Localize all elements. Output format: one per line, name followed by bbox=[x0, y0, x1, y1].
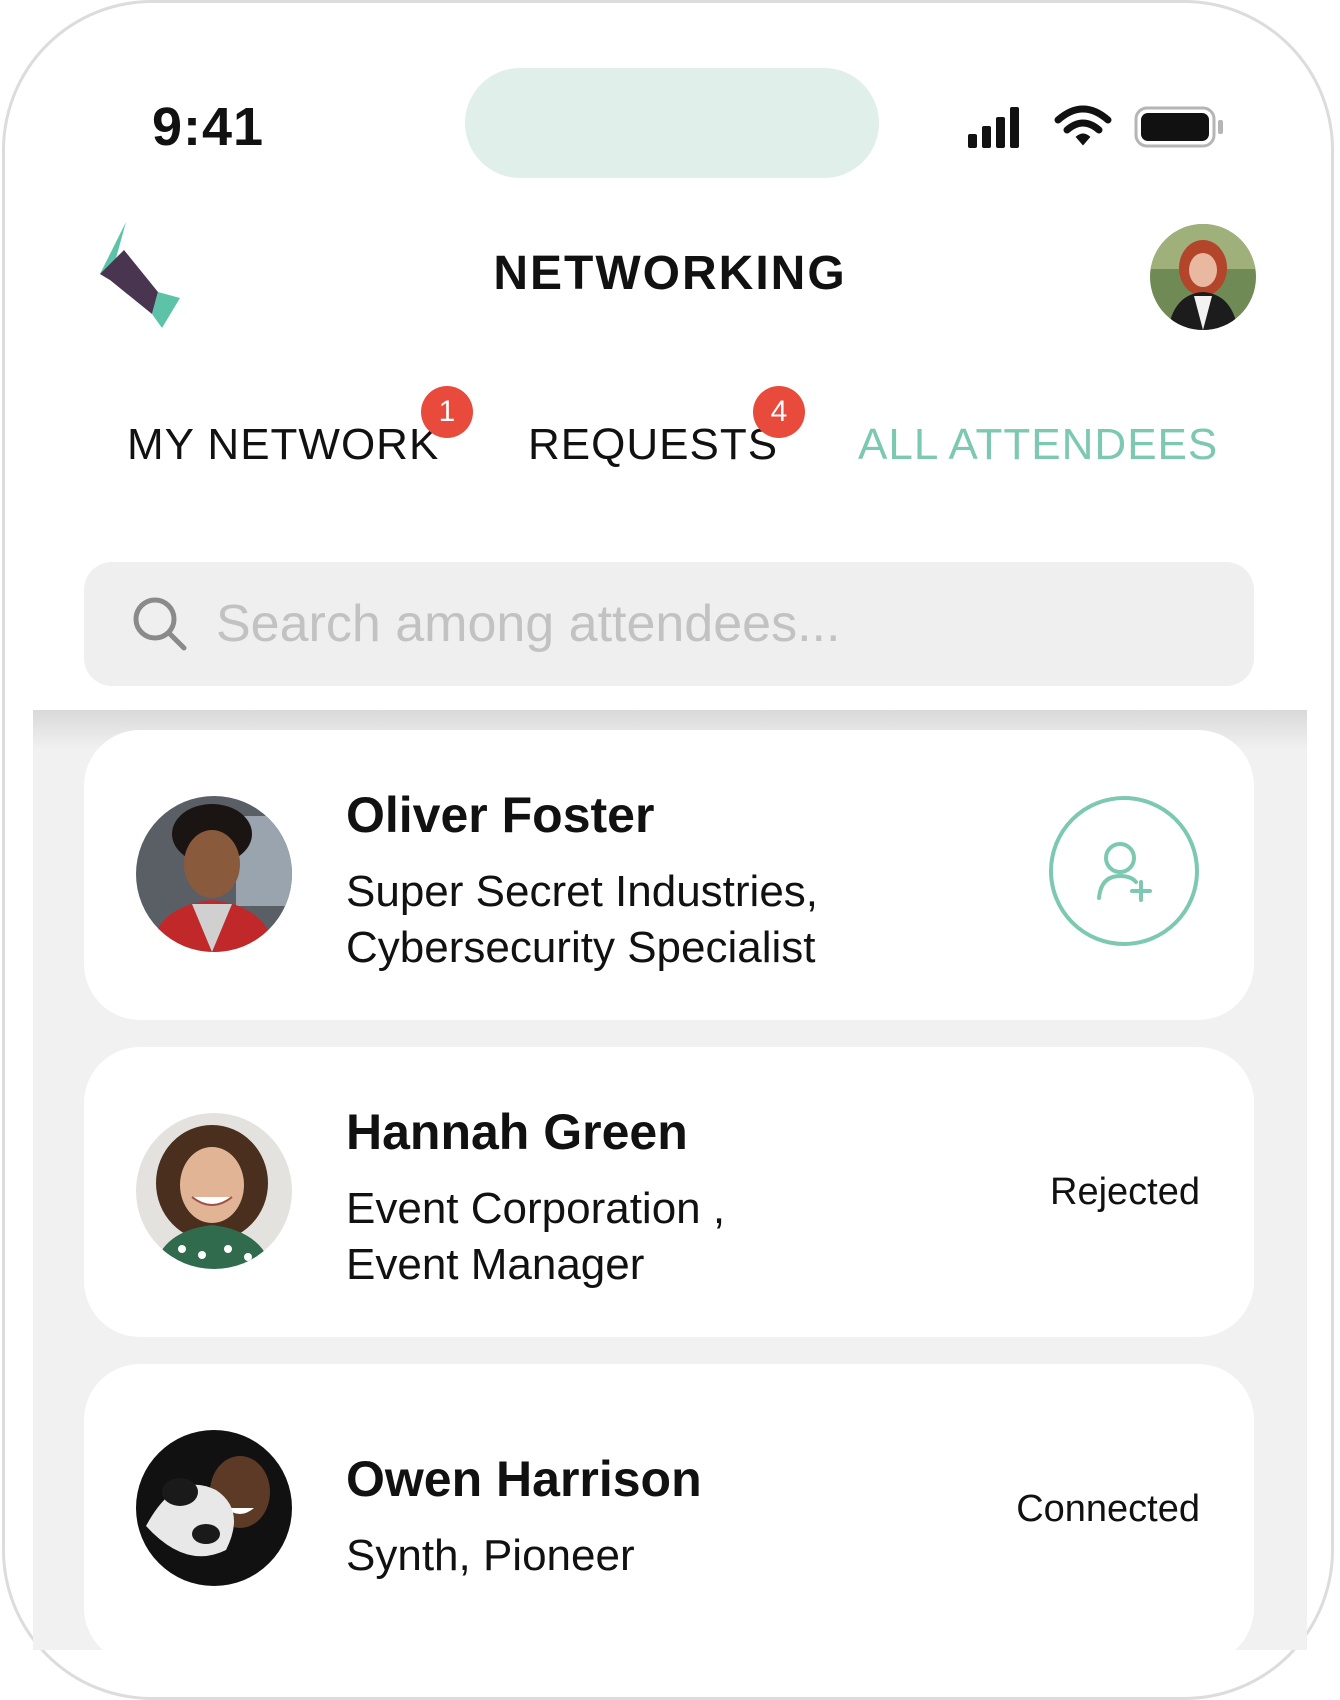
my-network-badge: 1 bbox=[421, 386, 473, 438]
profile-photo bbox=[1150, 224, 1256, 330]
dynamic-island bbox=[465, 68, 879, 178]
attendee-company: Event Corporation , bbox=[346, 1184, 726, 1233]
attendee-name: Oliver Foster bbox=[346, 787, 655, 843]
profile-avatar[interactable] bbox=[1150, 224, 1256, 330]
tab-requests[interactable]: REQUESTS bbox=[528, 420, 778, 470]
status-icons bbox=[968, 105, 1223, 148]
avatar bbox=[136, 1113, 292, 1269]
connection-status: Connected bbox=[1016, 1488, 1200, 1530]
tab-bar: MY NETWORK 1 REQUESTS 4 ALL ATTENDEES bbox=[0, 386, 1340, 490]
attendee-card[interactable]: Oliver Foster Super Secret Industries, C… bbox=[84, 730, 1254, 1020]
requests-badge: 4 bbox=[753, 386, 805, 438]
search-icon bbox=[133, 597, 187, 651]
wifi-icon bbox=[1054, 105, 1112, 146]
tab-label: MY NETWORK bbox=[127, 420, 440, 469]
add-connection-button[interactable] bbox=[1049, 796, 1199, 946]
app-screen: 9:41 NETWORKING MY NETWORK 1 REQUESTS 4 … bbox=[0, 0, 1340, 1664]
attendee-company: Super Secret Industries, bbox=[346, 867, 819, 916]
attendee-details: Synth, Pioneer bbox=[346, 1528, 966, 1584]
tab-my-network[interactable]: MY NETWORK bbox=[127, 420, 439, 470]
avatar bbox=[136, 1430, 292, 1586]
status-time: 9:41 bbox=[152, 97, 265, 157]
add-user-icon bbox=[1097, 842, 1152, 902]
attendee-company: Synth, Pioneer bbox=[346, 1531, 635, 1580]
search-bar bbox=[84, 562, 1254, 686]
attendee-card[interactable]: Hannah Green Event Corporation , Event M… bbox=[84, 1047, 1254, 1337]
tab-all-attendees[interactable]: ALL ATTENDEES bbox=[858, 420, 1218, 470]
attendee-role: Cybersecurity Specialist bbox=[346, 923, 816, 972]
signal-icon bbox=[968, 107, 1019, 148]
search-input[interactable] bbox=[216, 562, 1216, 686]
avatar bbox=[136, 796, 292, 952]
page-title: NETWORKING bbox=[493, 247, 847, 300]
attendee-details: Super Secret Industries, Cybersecurity S… bbox=[346, 864, 966, 976]
attendee-name: Owen Harrison bbox=[346, 1451, 702, 1507]
attendee-details: Event Corporation , Event Manager bbox=[346, 1181, 966, 1293]
attendee-name: Hannah Green bbox=[346, 1104, 688, 1160]
tab-label: ALL ATTENDEES bbox=[858, 420, 1219, 469]
tab-label: REQUESTS bbox=[528, 420, 779, 469]
battery-icon bbox=[1134, 106, 1223, 148]
attendee-card[interactable]: Owen Harrison Synth, Pioneer Connected bbox=[84, 1364, 1254, 1664]
attendee-role: Event Manager bbox=[346, 1240, 645, 1289]
connection-status: Rejected bbox=[1050, 1171, 1200, 1213]
